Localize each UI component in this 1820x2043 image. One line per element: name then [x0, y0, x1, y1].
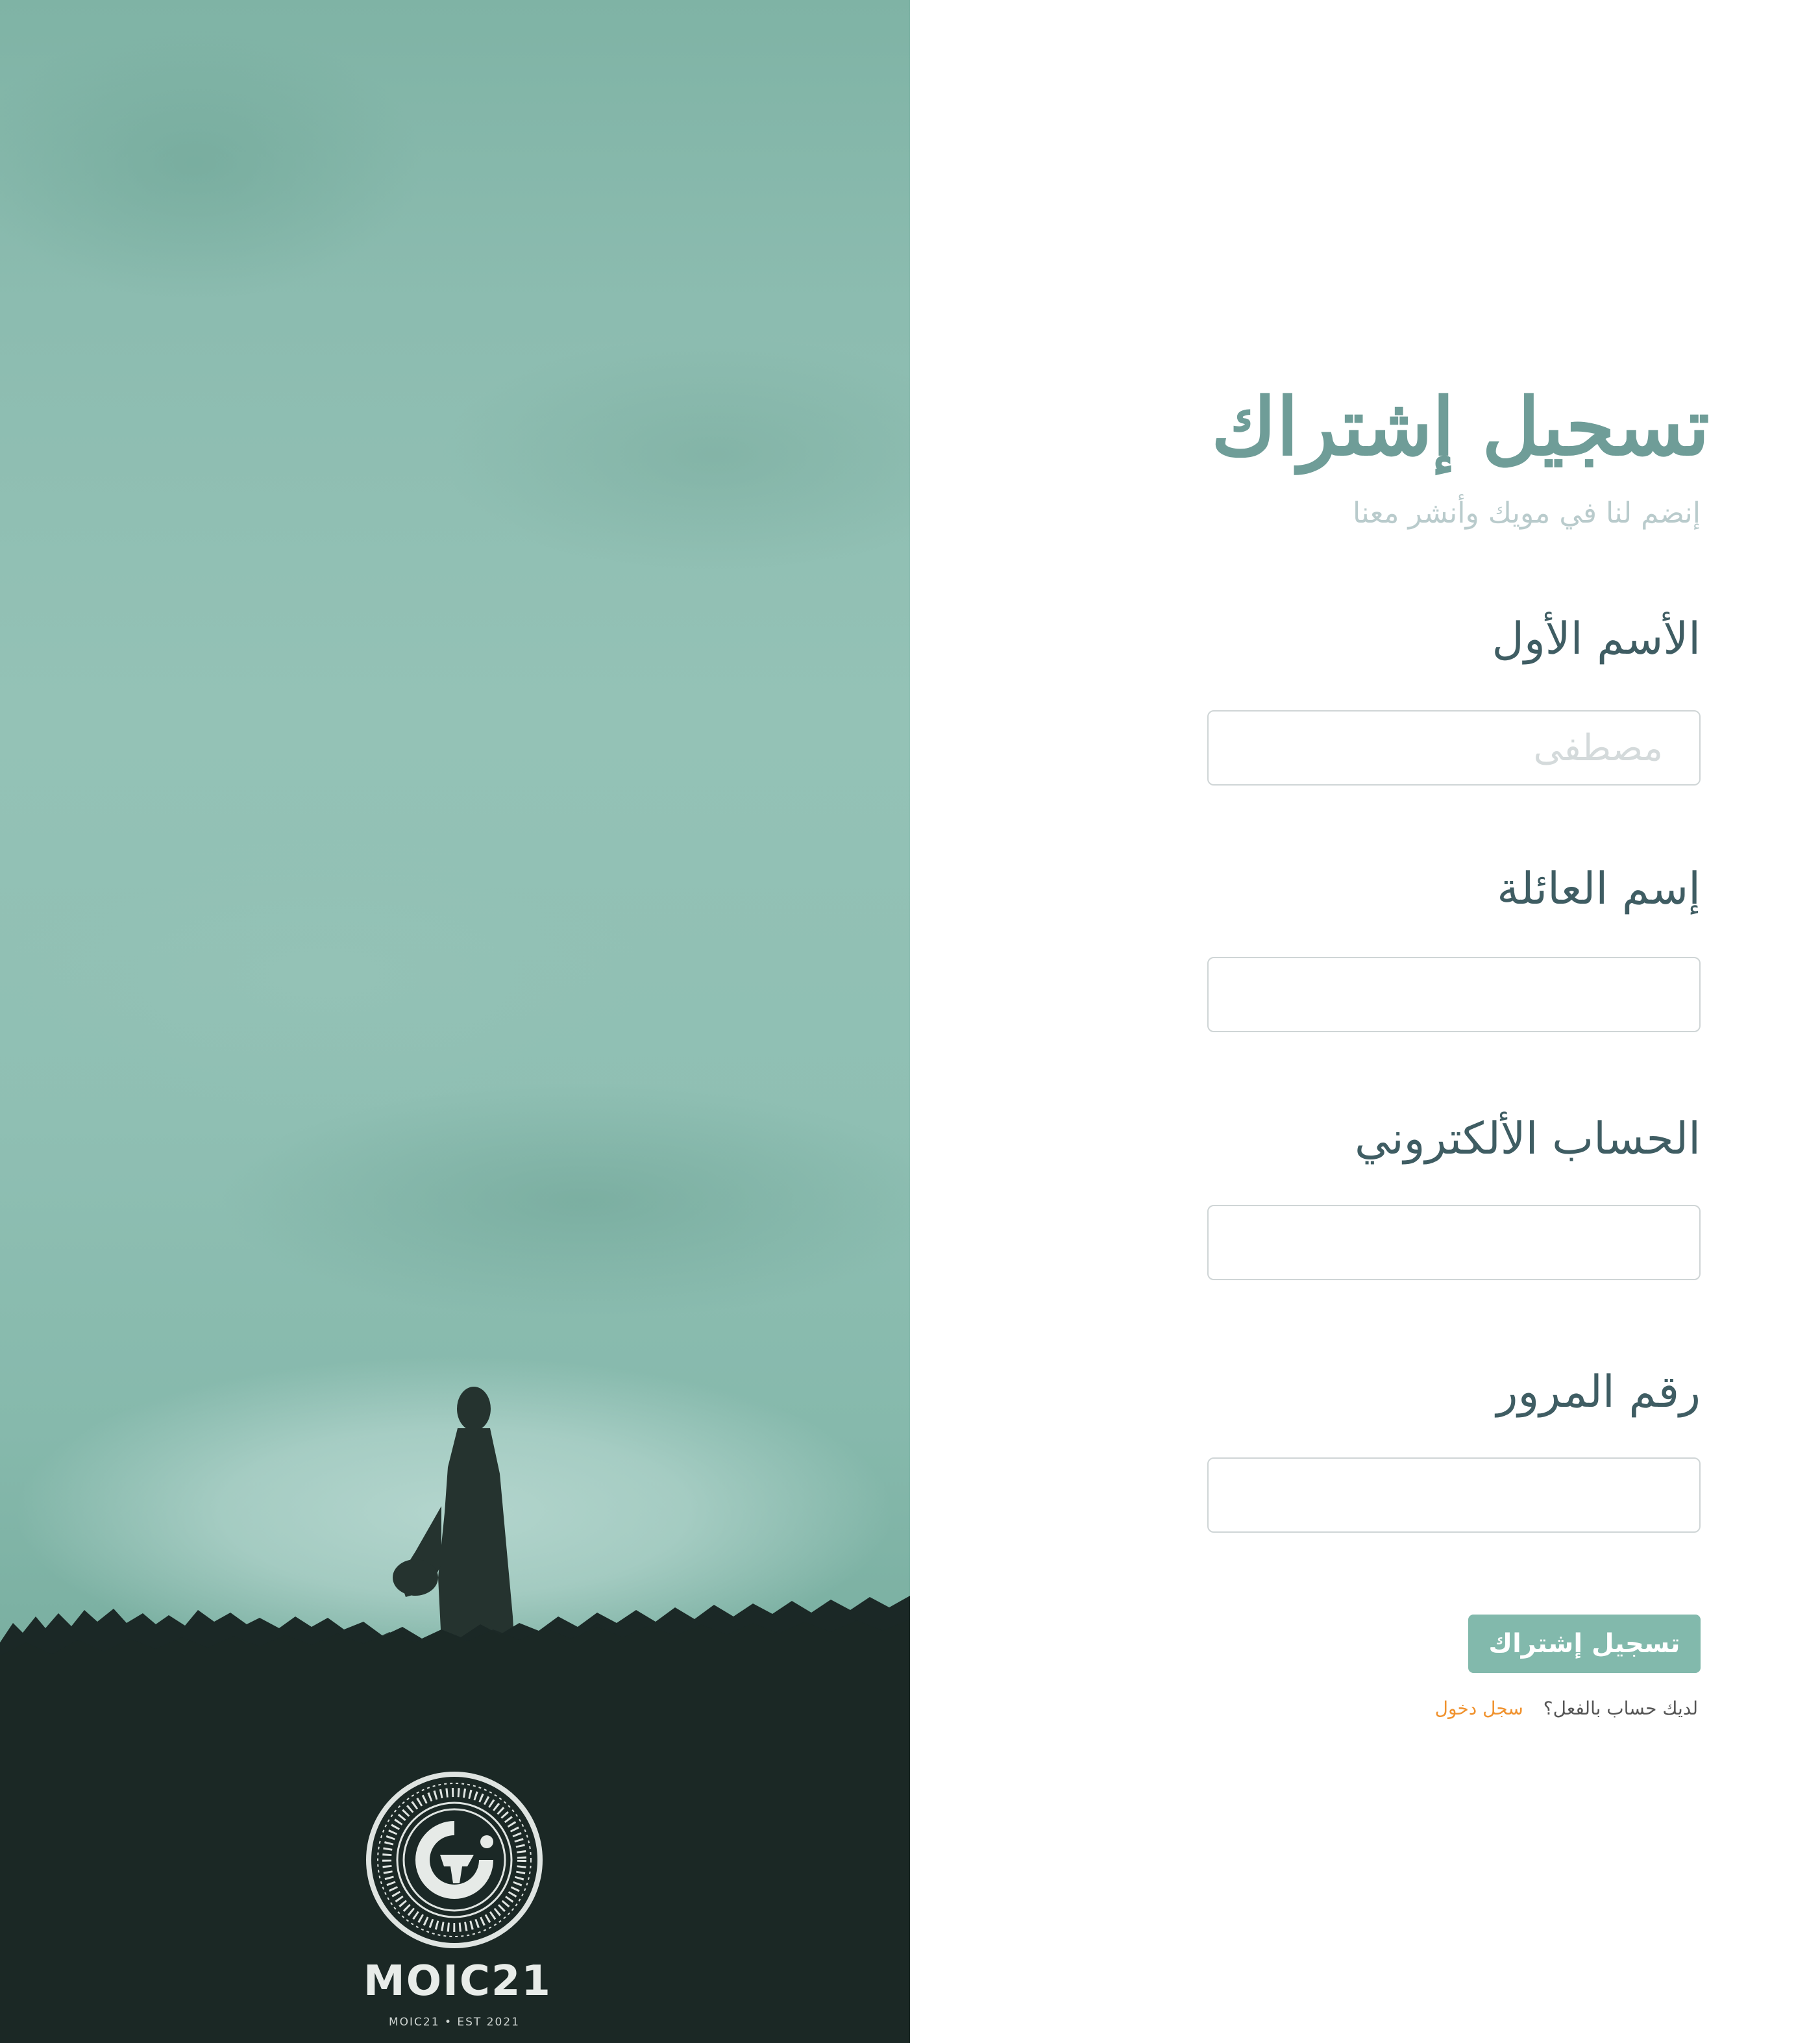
hero-image: MOIC21 MOIC21 • EST 2021	[0, 0, 910, 2043]
signup-button[interactable]: تسجيل إشتراك	[1468, 1615, 1701, 1673]
email-input[interactable]	[1207, 1205, 1701, 1280]
last-name-input[interactable]	[1207, 957, 1701, 1032]
last-name-label: إسم العائلة	[1497, 863, 1701, 915]
signup-page: MOIC21 MOIC21 • EST 2021 تسجيل إشتراك إن…	[0, 0, 1820, 2043]
page-subtitle: إنضم لنا في مويك وأنشر معنا	[1353, 497, 1701, 530]
first-name-input[interactable]	[1207, 710, 1701, 786]
moic21-logo: MOIC21 MOIC21 • EST 2021	[363, 1769, 552, 2043]
password-input[interactable]	[1207, 1457, 1701, 1533]
logo-subtext: MOIC21 • EST 2021	[389, 2016, 520, 2029]
login-link[interactable]: سجل دخول	[1435, 1698, 1523, 1719]
emblem-icon	[366, 1772, 543, 1948]
password-label: رقم المرور	[1496, 1367, 1701, 1418]
email-label: الحساب الألكتروني	[1355, 1113, 1701, 1165]
login-prompt-row: لديك حساب بالفعل؟ سجل دخول	[1435, 1698, 1698, 1719]
logo-text: MOIC21	[363, 1957, 552, 2005]
signup-form: تسجيل إشتراك إنضم لنا في مويك وأنشر معنا…	[910, 0, 1820, 2043]
page-title: تسجيل إشتراك	[1211, 380, 1710, 473]
login-prompt-text: لديك حساب بالفعل؟	[1543, 1698, 1698, 1719]
first-name-label: الأسم الأول	[1492, 613, 1701, 665]
